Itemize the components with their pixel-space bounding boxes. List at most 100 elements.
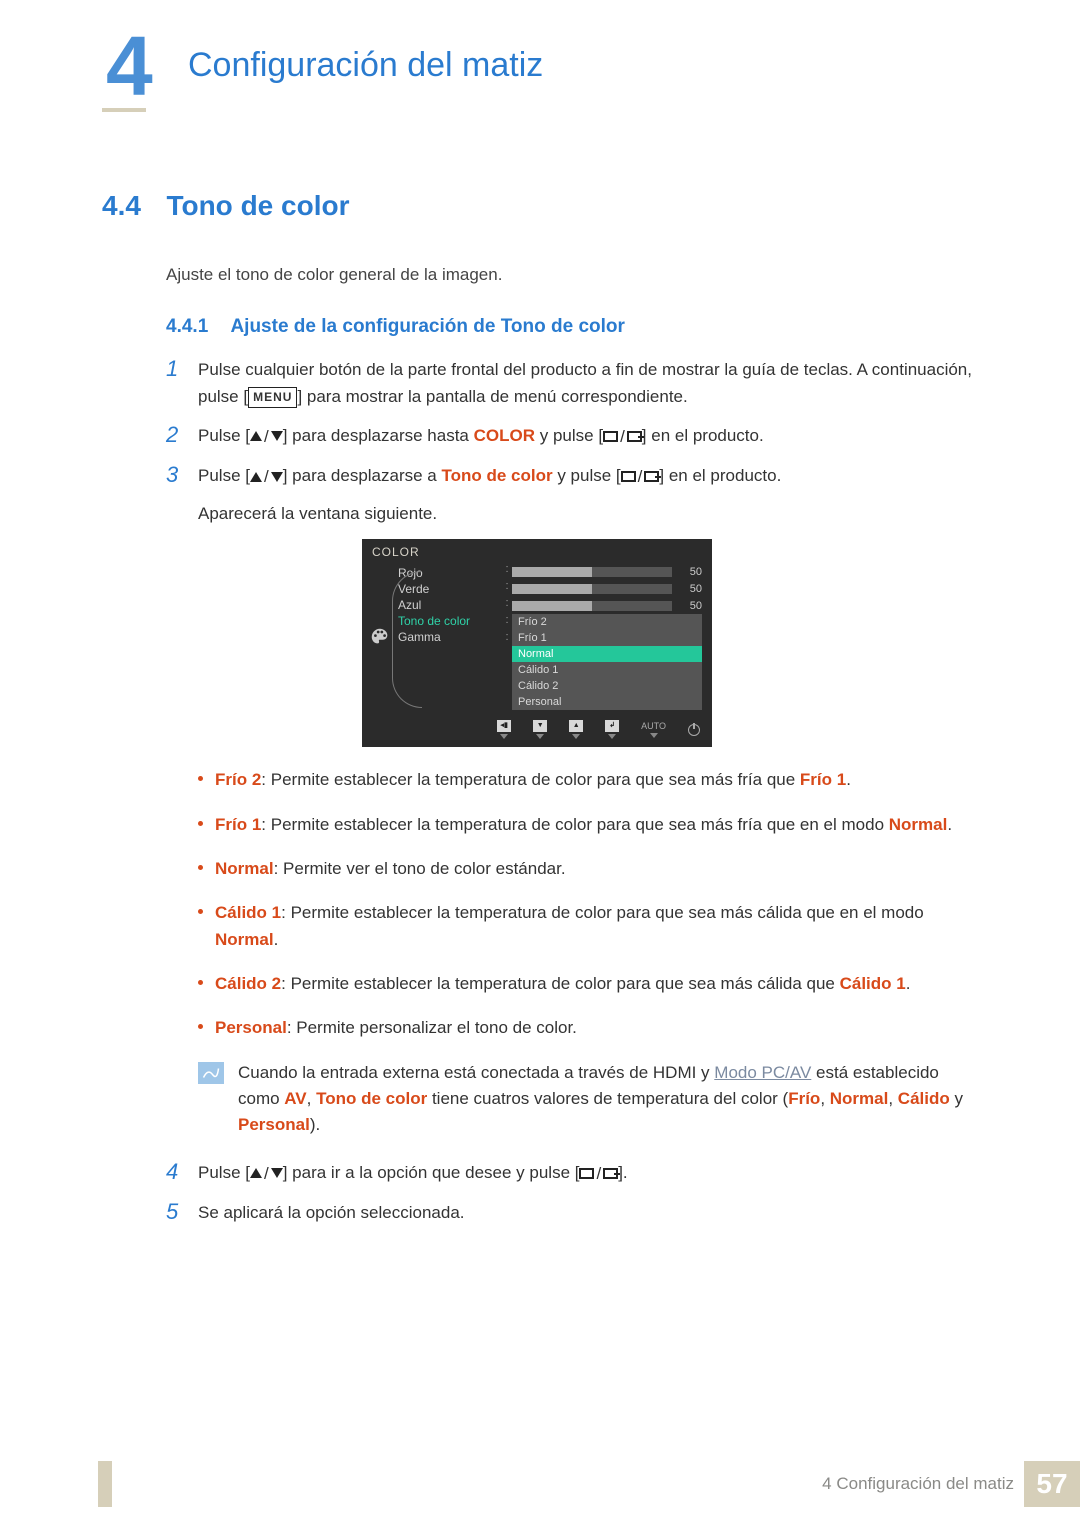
bullet-item: Cálido 1: Permite establecer la temperat… xyxy=(198,900,972,953)
back-icon: ◂▮ xyxy=(497,720,511,739)
step-number: 2 xyxy=(166,422,184,448)
menu-badge: MENU xyxy=(248,387,297,408)
auto-label: AUTO xyxy=(641,721,666,738)
text: ] para mostrar la pantalla de menú corre… xyxy=(297,387,687,406)
step-tail: Aparecerá la ventana siguiente. xyxy=(198,500,972,527)
step-4: 4 Pulse [/] para ir a la opción que dese… xyxy=(166,1159,972,1187)
text: Cuando la entrada externa está conectada… xyxy=(238,1063,714,1082)
step-number: 1 xyxy=(166,356,184,382)
osd-option: Personal xyxy=(512,694,702,710)
highlight: COLOR xyxy=(474,426,535,445)
link-text: Modo PC/AV xyxy=(714,1063,811,1082)
text: , xyxy=(888,1089,897,1108)
note-text: Cuando la entrada externa está conectada… xyxy=(238,1060,972,1139)
osd-option: Frío 2 xyxy=(512,614,702,630)
highlight: Personal xyxy=(215,1018,287,1037)
section-intro: Ajuste el tono de color general de la im… xyxy=(166,262,972,288)
up-down-icon: / xyxy=(250,463,283,490)
power-icon xyxy=(688,724,700,736)
text: . xyxy=(846,770,851,789)
highlight: Normal xyxy=(830,1089,889,1108)
text: y pulse [ xyxy=(535,426,603,445)
note-icon xyxy=(198,1062,224,1084)
osd-value: 50 xyxy=(680,600,702,612)
highlight: Normal xyxy=(215,930,274,949)
text: , xyxy=(307,1089,316,1108)
osd-screenshot: COLOR Rojo Verde Azul Tono de color Gamm… xyxy=(362,539,712,747)
steps-list-cont: 4 Pulse [/] para ir a la opción que dese… xyxy=(166,1159,972,1226)
osd-footer: ◂▮ ▼ ▲ ↲ AUTO xyxy=(362,716,712,747)
text: . xyxy=(906,974,911,993)
highlight: Frío 1 xyxy=(215,815,261,834)
bullet-dot-icon xyxy=(198,1024,203,1029)
text: Pulse [ xyxy=(198,1163,250,1182)
text: : Permite personalizar el tono de color. xyxy=(287,1018,577,1037)
step-text: Se aplicará la opción seleccionada. xyxy=(198,1199,972,1226)
bullet-item: Frío 2: Permite establecer la temperatur… xyxy=(198,767,972,793)
steps-list: 1 Pulse cualquier botón de la parte fron… xyxy=(166,356,972,528)
osd-option: Frío 1 xyxy=(512,630,702,646)
section-heading: 4.4 Tono de color xyxy=(102,190,972,222)
chapter-number: 4 xyxy=(98,24,161,108)
subsection-heading: 4.4.1 Ajuste de la configuración de Tono… xyxy=(166,316,972,338)
text: ] en el producto. xyxy=(642,426,764,445)
text: : Permite establecer la temperatura de c… xyxy=(281,903,924,922)
osd-value: 50 xyxy=(680,566,702,578)
step-text: Pulse cualquier botón de la parte fronta… xyxy=(198,356,972,410)
bullet-dot-icon xyxy=(198,776,203,781)
osd-colons: ::::: xyxy=(502,563,512,710)
bullet-item: Cálido 2: Permite establecer la temperat… xyxy=(198,971,972,997)
text: ] en el producto. xyxy=(659,466,781,485)
text: . xyxy=(947,815,952,834)
select-source-icon: / xyxy=(621,463,660,490)
text: ] para desplazarse hasta xyxy=(283,426,474,445)
bullet-dot-icon xyxy=(198,980,203,985)
note-row: Cuando la entrada externa está conectada… xyxy=(198,1060,972,1139)
highlight: Frío xyxy=(788,1089,820,1108)
text: tiene cuatros valores de temperatura del… xyxy=(427,1089,788,1108)
osd-slider-row: 50 xyxy=(512,563,702,580)
osd-option-highlighted: Normal xyxy=(512,646,702,662)
step-2: 2 Pulse [ / ] para desplazarse hasta COLOR… xyxy=(166,422,972,450)
bullet-dot-icon xyxy=(198,865,203,870)
highlight: Cálido 1 xyxy=(215,903,281,922)
up-icon: ▲ xyxy=(569,720,583,739)
select-source-icon: / xyxy=(579,1160,618,1187)
highlight: Cálido 2 xyxy=(215,974,281,993)
section-title: Tono de color xyxy=(166,190,349,222)
text: . xyxy=(274,930,279,949)
text: Pulse [ xyxy=(198,426,250,445)
text: : Permite establecer la temperatura de c… xyxy=(261,770,800,789)
step-3: 3 Pulse [/] para desplazarse a Tono de c… xyxy=(166,462,972,527)
bullet-item: Frío 1: Permite establecer la temperatur… xyxy=(198,812,972,838)
osd-curve-decoration xyxy=(392,571,422,708)
highlight: Cálido 1 xyxy=(840,974,906,993)
highlight: Personal xyxy=(238,1115,310,1134)
highlight: Normal xyxy=(889,815,948,834)
step-1: 1 Pulse cualquier botón de la parte fron… xyxy=(166,356,972,410)
step-number: 5 xyxy=(166,1199,184,1225)
chapter-title: Configuración del matiz xyxy=(188,46,543,85)
step-text: Pulse [/] para desplazarse a Tono de col… xyxy=(198,462,972,527)
up-down-icon: / xyxy=(250,1160,283,1187)
highlight: Frío 1 xyxy=(800,770,846,789)
text: , xyxy=(820,1089,829,1108)
step-text: Pulse [/] para ir a la opción que desee … xyxy=(198,1159,972,1187)
footer: 4 Configuración del matiz 57 xyxy=(98,1461,1080,1507)
text: ] para desplazarse a xyxy=(283,466,442,485)
step-text: Pulse [ / ] para desplazarse hasta COLOR y… xyxy=(198,422,972,450)
text: y xyxy=(950,1089,963,1108)
bullet-dot-icon xyxy=(198,821,203,826)
text: : Permite ver el tono de color estándar. xyxy=(274,859,566,878)
text: : Permite establecer la temperatura de c… xyxy=(261,815,888,834)
osd-option: Cálido 2 xyxy=(512,678,702,694)
select-source-icon: / xyxy=(603,423,642,450)
page-number: 57 xyxy=(1024,1461,1080,1507)
content: 4.4 Tono de color Ajuste el tono de colo… xyxy=(102,190,972,1238)
section-number: 4.4 xyxy=(102,190,162,222)
highlight: Tono de color xyxy=(441,466,552,485)
osd-slider-row: 50 xyxy=(512,580,702,597)
osd-option-list: Frío 2 Frío 1 Normal Cálido 1 Cálido 2 P… xyxy=(512,614,702,710)
text: ] para ir a la opción que desee y pulse … xyxy=(283,1163,580,1182)
text: y pulse [ xyxy=(553,466,621,485)
